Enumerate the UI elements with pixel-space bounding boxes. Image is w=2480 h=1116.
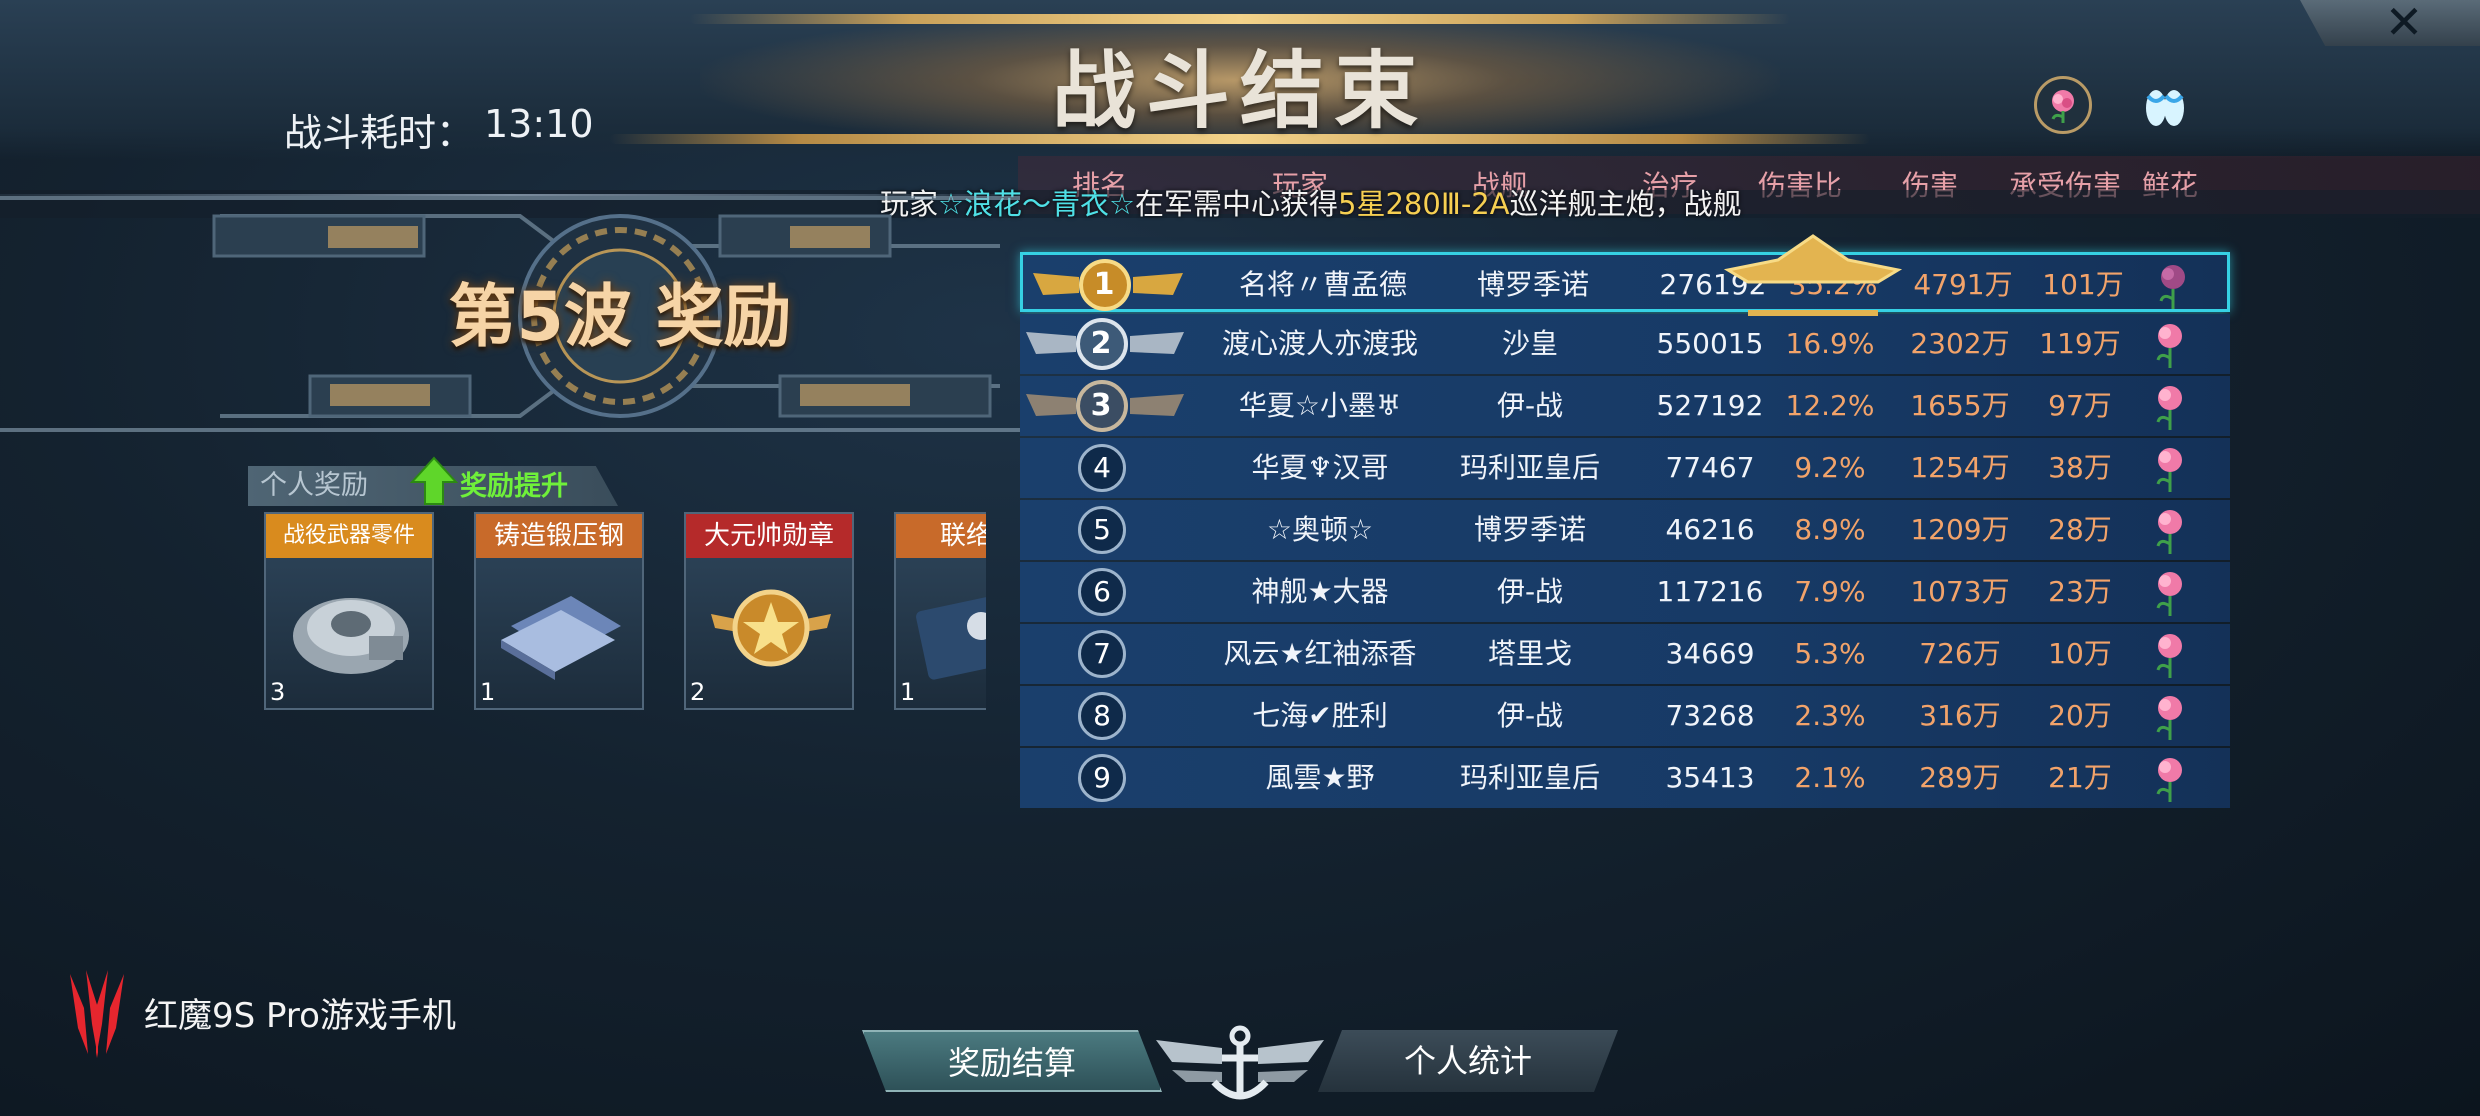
reward-items: 战役武器零件 3 铸造锻压钢 1 大元帅勋章 2 联络官 [240,500,986,740]
ship-name: 玛利亚皇后 [1459,451,1600,484]
reward-item-count: 2 [690,678,706,706]
send-flower-button[interactable] [2120,624,2220,684]
rank-number: 3 [1090,388,1112,423]
send-flower-button[interactable] [2120,314,2220,374]
reward-settlement-button[interactable]: 奖励结算 [862,1030,1162,1092]
send-flower-button[interactable] [2120,748,2220,808]
rose-icon [2156,696,2182,740]
flower-icon[interactable] [2034,76,2092,134]
send-flower-button[interactable] [2120,438,2220,498]
send-flower-button[interactable] [2120,686,2220,746]
rose-icon [2156,324,2182,368]
player-name: ☆奥顿☆ [1266,513,1374,546]
ship-name: 博罗季诺 [1476,268,1589,301]
rank-number: 9 [1078,754,1126,802]
table-row[interactable]: 3 华夏☆小墨♅ 伊-战 527192 12.2% 1655万 97万 [1020,376,2230,436]
anchor-emblem-icon [1156,1025,1324,1100]
reward-boost-label: 奖励提升 [460,471,568,502]
close-icon[interactable]: ✕ [2372,0,2436,45]
reward-item-name: 联络官 [896,514,986,558]
ticket-icon [916,590,986,680]
send-flower-button[interactable] [2120,562,2220,622]
player-name: 風雲★野 [1265,761,1375,794]
battle-time-value: 13:10 [484,102,594,146]
reward-item-forged-steel[interactable]: 铸造锻压钢 1 [474,512,644,710]
ship-name: 伊-战 [1496,699,1564,732]
rose-icon [2156,510,2182,554]
reward-item-name: 大元帅勋章 [686,514,852,558]
player-name: 华夏☆小墨♅ [1238,389,1402,422]
table-row[interactable]: 4 华夏♆汉哥 玛利亚皇后 77467 9.2% 1254万 38万 [1020,438,2230,498]
rank-number: 1 [1093,267,1115,302]
rose-icon [2156,386,2182,430]
player-name: 七海✔胜利 [1252,699,1388,732]
ship-name: 沙皇 [1501,327,1558,360]
table-row[interactable]: 2 渡心渡人亦渡我 沙皇 550015 16.9% 2302万 119万 [1020,314,2230,374]
slipper-icon[interactable] [2140,82,2190,130]
steel-plate-icon [501,596,621,680]
wave-reward-title: 第5波 奖励 [448,278,792,357]
player-name: 风云★红袖添香 [1223,637,1417,670]
table-row[interactable]: 5 ☆奥顿☆ 博罗季诺 46216 8.9% 1209万 28万 [1020,500,2230,560]
ship-name: 玛利亚皇后 [1459,761,1600,794]
rose-icon [2156,572,2182,616]
reward-item-count: 3 [270,678,286,706]
ship-name: 伊-战 [1496,389,1564,422]
rose-icon [2156,758,2182,802]
player-name: 神舰★大器 [1251,575,1389,608]
rose-icon [2159,265,2185,309]
rank-number: 6 [1078,568,1126,616]
reward-item-count: 1 [900,678,916,706]
ship-name: 塔里戈 [1487,637,1572,670]
send-flower-button[interactable] [2120,500,2220,560]
ranking-table: 1 名将〃曹孟德 博罗季诺 276192 35.2% 4791万 101万 2 … [1020,252,2230,812]
rank-number: 2 [1090,326,1112,361]
reward-item-liaison[interactable]: 联络官 1 [894,512,986,710]
medal-icon [711,589,831,667]
rank-number: 4 [1078,444,1126,492]
page-title: 战斗结束 [1051,41,1428,140]
table-row[interactable]: 6 神舰★大器 伊-战 117216 7.9% 1073万 23万 [1020,562,2230,622]
title-gold-line-top [690,14,1790,24]
rank-number: 5 [1078,506,1126,554]
rank-number: 8 [1078,692,1126,740]
table-row[interactable]: 1 名将〃曹孟德 博罗季诺 276192 35.2% 4791万 101万 [1020,252,2230,312]
personal-stats-button[interactable]: 个人统计 [1318,1030,1618,1092]
rose-icon [2156,448,2182,492]
reward-item-count: 1 [480,678,496,706]
reward-item-weapon-parts[interactable]: 战役武器零件 3 [264,512,434,710]
personal-reward-label: 个人奖励 [260,470,368,501]
rank-number: 7 [1078,630,1126,678]
player-name: 名将〃曹孟德 [1238,268,1407,301]
reward-item-name: 铸造锻压钢 [476,514,642,558]
rose-icon [2156,634,2182,678]
reward-item-name: 战役武器零件 [266,514,432,558]
crown-icon [1723,234,1903,316]
up-arrow-icon [410,456,458,505]
reward-item-marshal-medal[interactable]: 大元帅勋章 2 [684,512,854,710]
ship-name: 伊-战 [1496,575,1564,608]
send-flower-button[interactable] [2123,255,2223,315]
table-row[interactable]: 8 七海✔胜利 伊-战 73268 2.3% 316万 20万 [1020,686,2230,746]
send-flower-button[interactable] [2120,376,2220,436]
battle-time-label: 战斗耗时： [284,111,475,155]
gear-part-icon [293,598,409,674]
player-name: 渡心渡人亦渡我 [1221,327,1418,360]
player-name: 华夏♆汉哥 [1251,451,1389,484]
table-row[interactable]: 9 風雲★野 玛利亚皇后 35413 2.1% 289万 21万 [1020,748,2230,808]
brand-watermark: 红魔9S Pro游戏手机 [144,996,456,1036]
table-row[interactable]: 7 风云★红袖添香 塔里戈 34669 5.3% 726万 10万 [1020,624,2230,684]
ship-name: 博罗季诺 [1473,513,1586,546]
red-magic-logo-icon [70,970,124,1058]
